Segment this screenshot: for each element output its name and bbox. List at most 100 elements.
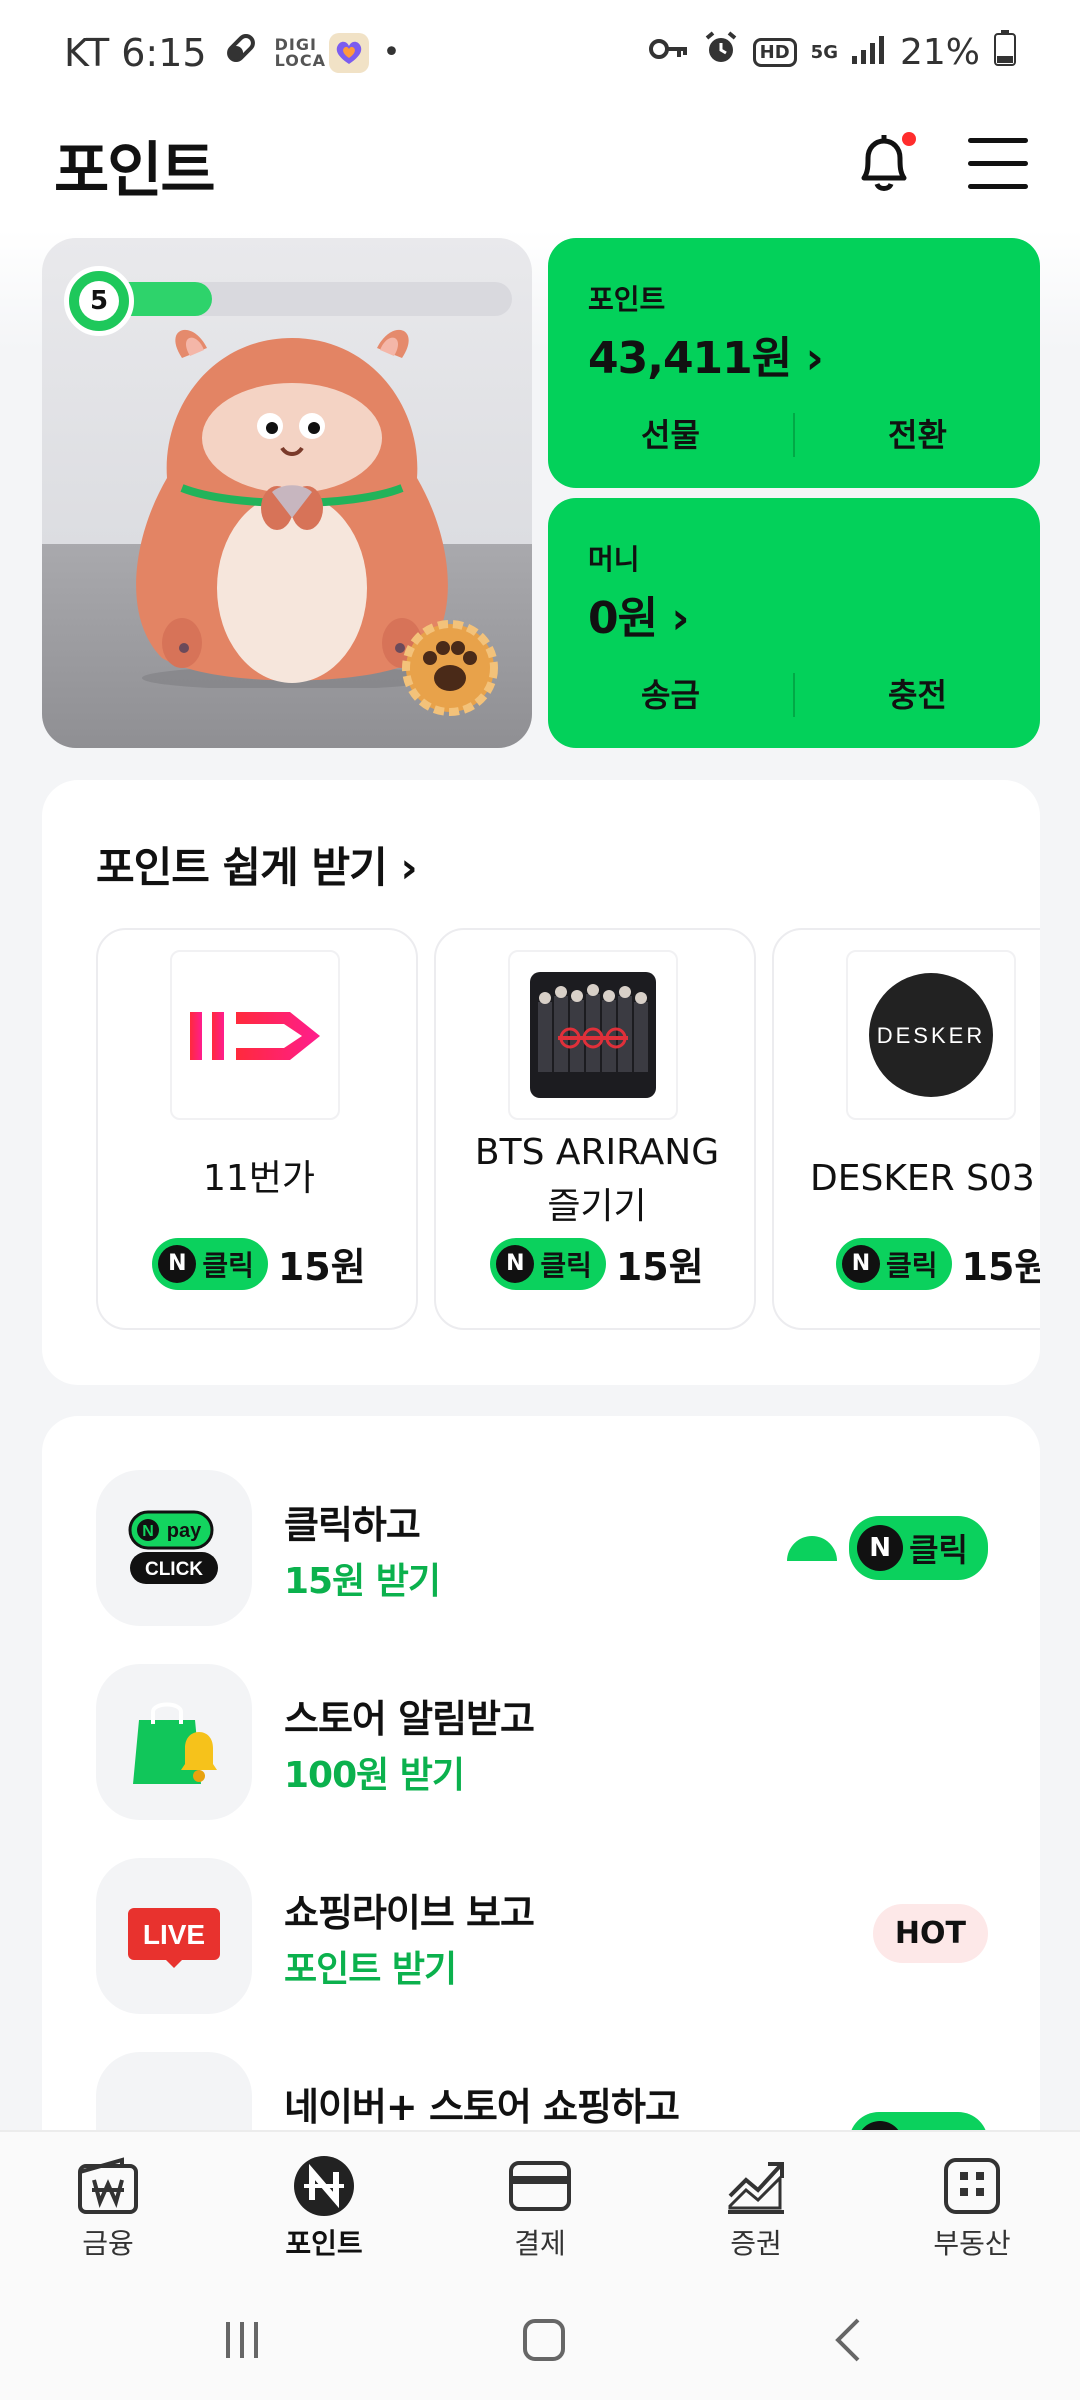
list-item-click[interactable]: N pay CLICK 클릭하고 15원 받기 N 클릭 [42,1470,1040,1630]
product-card-bts[interactable]: BTS ARIRANG 즐기기 N 클릭 15원 [434,928,756,1330]
product-card-desker[interactable]: DESKER DESKER S03 N 클릭 15원 [772,928,1040,1330]
recent-apps-button[interactable] [212,2310,272,2370]
desker-logo: DESKER [846,950,1016,1120]
nav-label: 부동산 [933,2227,1011,2260]
easy-points-section: 포인트 쉽게 받기 › 11번가 N 클릭 15원 BTS ARIRANG 즐기… [42,780,1040,1385]
product-name: 11번가 [202,1158,316,1199]
product-card-11st[interactable]: 11번가 N 클릭 15원 [96,928,418,1330]
naver-n-icon: N [857,1525,904,1571]
character-card[interactable]: 5 [42,238,532,748]
naver-n-icon: N [158,1244,197,1283]
product-name: DESKER S03 [810,1158,1035,1199]
loading-indicator [787,1535,838,1561]
battery-percent: 21% [899,32,980,73]
signal-icon [851,32,886,73]
won-wallet-icon [76,2154,140,2218]
11st-logo [170,950,340,1120]
row-title: 클릭하고 [284,1503,421,1547]
nav-securities[interactable]: 증권 [648,2132,864,2270]
nav-real-estate[interactable]: 부동산 [864,2132,1080,2270]
nav-label: 증권 [730,2227,782,2260]
npay-click-icon: N pay CLICK [96,1470,252,1626]
gift-button[interactable]: 선물 [548,410,793,460]
click-badge: N 클릭 [836,1237,952,1290]
row-subtitle: 15원 받기 [284,1561,441,1602]
bottom-navigation: 금융 포인트 결제 증권 부동산 [0,2130,1080,2270]
convert-button[interactable]: 전환 [795,410,1040,460]
list-item-shopping-live[interactable]: LIVE 쇼핑라이브 보고 포인트 받기 HOT [42,1858,1040,2018]
menu-button[interactable] [968,138,1028,190]
battery-icon [994,30,1016,75]
home-button[interactable] [514,2310,574,2370]
shopping-bag-bell-icon [96,1664,252,1820]
notification-badge [902,132,916,146]
click-button[interactable]: N 클릭 [849,1516,988,1580]
charge-button[interactable]: 충전 [795,670,1040,720]
back-icon [835,2318,860,2362]
page-title: 포인트 [54,136,216,206]
5g-icon: 5G [810,41,838,63]
hd-voice-icon: HD [752,38,797,67]
notification-button[interactable] [852,130,922,200]
row-title: 쇼핑라이브 보고 [284,1891,535,1935]
naver-n-icon: N [842,1244,880,1283]
svg-text:N: N [142,1523,154,1540]
pill-icon [221,28,261,77]
bts-album-image [508,950,678,1120]
nav-label: 포인트 [285,2227,363,2260]
page-header: 포인트 [0,100,1080,230]
product-name-line1: BTS ARIRANG [474,1132,720,1173]
system-navigation-bar [0,2270,1080,2400]
point-balance-card[interactable]: 포인트 43,411원 › 선물 전환 [548,238,1040,488]
money-amount[interactable]: 0원 › [588,582,690,646]
click-badge-label: 클릭 [886,1248,938,1282]
point-label: 포인트 [588,283,666,316]
money-balance-card[interactable]: 머니 0원 › 송금 충전 [548,498,1040,748]
live-icon-text: LIVE [143,1919,205,1950]
click-badge-label: 클릭 [202,1248,254,1282]
recent-apps-icon [226,2322,258,2358]
paw-cookie-icon[interactable] [400,618,500,718]
click-badge: N 클릭 [490,1237,606,1290]
easy-points-title[interactable]: 포인트 쉽게 받기 › [96,834,418,895]
row-title: 네이버+ 스토어 쇼핑하고 [284,2085,680,2129]
digiloca-app-icon: DIGI LOCA [274,34,326,70]
key-icon [648,32,689,73]
heart-app-icon [328,32,369,73]
hamburger-icon [968,138,1028,143]
nav-payment[interactable]: 결제 [432,2132,648,2270]
reward-amount: 15원 [961,1245,1040,1289]
back-button[interactable] [818,2310,878,2370]
naver-n-icon: N [496,1244,535,1283]
level-progress-bar [112,282,512,316]
hot-badge: HOT [872,1904,988,1963]
carrier-time: KT 6:15 [64,30,207,75]
nav-finance[interactable]: 금융 [0,2132,216,2270]
click-icon-text: CLICK [145,1559,203,1580]
nav-label: 결제 [514,2227,566,2260]
reward-amount: 15원 [277,1245,366,1289]
level-number: 5 [79,281,119,321]
reward-amount: 15원 [615,1245,704,1289]
transfer-button[interactable]: 송금 [548,670,793,720]
row-subtitle: 포인트 받기 [284,1949,457,1990]
status-bar: KT 6:15 DIGI LOCA • HD 5G 21% [0,0,1080,100]
npay-icon-text: pay [167,1520,202,1542]
nav-label: 금융 [82,2227,134,2260]
card-icon [508,2154,572,2218]
desker-logo-text: DESKER [877,1023,985,1048]
row-title: 스토어 알림받고 [284,1697,535,1741]
click-badge: N 클릭 [152,1237,268,1290]
money-label: 머니 [588,543,640,576]
naver-points-icon [292,2154,356,2218]
list-item-store-alert[interactable]: 스토어 알림받고 100원 받기 [42,1664,1040,1824]
alarm-icon [703,30,739,75]
nav-points[interactable]: 포인트 [216,2132,432,2270]
point-amount[interactable]: 43,411원 › [588,322,824,386]
notification-dot: • [382,35,401,70]
reward-list: N pay CLICK 클릭하고 15원 받기 N 클릭 스토어 알림받고 10… [42,1416,1040,2176]
click-button-label: 클릭 [909,1531,968,1569]
product-name-line2: 즐기기 [547,1186,647,1227]
building-icon [940,2154,1004,2218]
row-subtitle: 100원 받기 [284,1755,465,1796]
